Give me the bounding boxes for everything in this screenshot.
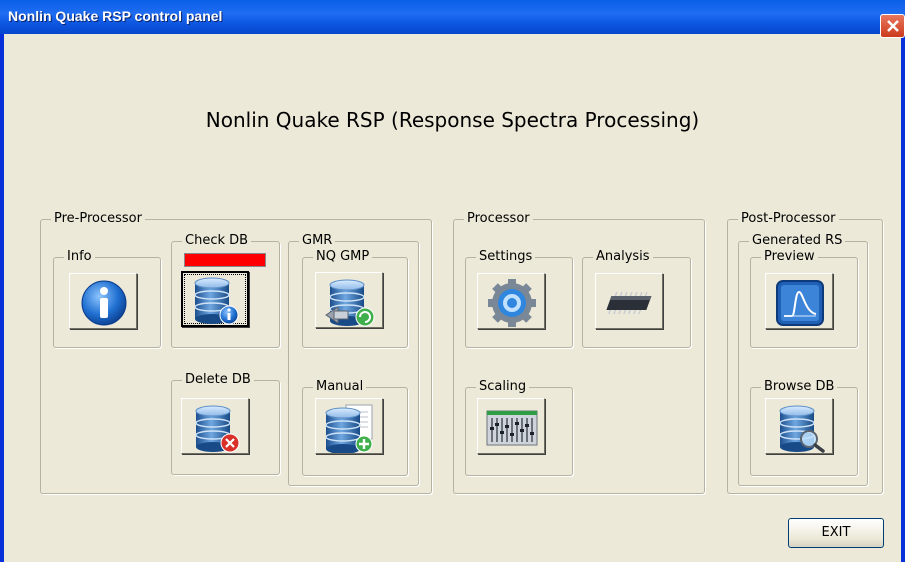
nq-gmp-button[interactable] <box>315 272 383 328</box>
spectrum-chart-icon <box>776 280 824 326</box>
preview-label: Preview <box>764 249 815 264</box>
scaling-label: Scaling <box>479 379 527 394</box>
info-label: Info <box>67 249 92 264</box>
preview-button[interactable] <box>765 273 833 329</box>
settings-label: Settings <box>479 249 533 264</box>
gmr-label: GMR <box>302 233 333 248</box>
post-processor-label: Post-Processor <box>741 211 836 226</box>
info-button[interactable] <box>69 273 137 329</box>
check-db-status-bar <box>184 253 266 267</box>
close-icon <box>887 20 899 32</box>
delete-db-button[interactable] <box>181 398 249 454</box>
window-title: Nonlin Quake RSP control panel <box>8 8 223 24</box>
check-db-label: Check DB <box>185 233 249 248</box>
database-import-icon <box>325 279 375 327</box>
nq-gmp-label: NQ GMP <box>316 249 370 264</box>
database-search-icon <box>779 405 825 453</box>
delete-db-label: Delete DB <box>185 372 251 387</box>
database-info-icon <box>194 277 239 325</box>
info-icon <box>81 280 127 326</box>
processor-label: Processor <box>467 211 530 226</box>
gear-icon <box>488 279 536 327</box>
browse-db-label: Browse DB <box>764 379 835 394</box>
analysis-button[interactable] <box>595 273 663 329</box>
page-title: Nonlin Quake RSP (Response Spectra Proce… <box>205 108 700 132</box>
close-button[interactable] <box>880 14 905 38</box>
settings-button[interactable] <box>477 273 545 329</box>
database-add-icon <box>325 404 373 453</box>
title-bar[interactable]: Nonlin Quake RSP control panel <box>0 0 905 34</box>
chip-icon <box>606 292 652 314</box>
manual-button[interactable] <box>315 398 383 454</box>
scaling-button[interactable] <box>477 398 545 454</box>
browse-db-button[interactable] <box>765 398 833 454</box>
equalizer-icon <box>486 410 538 446</box>
analysis-label: Analysis <box>596 249 650 264</box>
exit-button[interactable]: EXIT <box>788 518 884 548</box>
pre-processor-label: Pre-Processor <box>54 211 142 226</box>
generated-rs-label: Generated RS <box>752 233 843 248</box>
database-delete-icon <box>195 405 240 453</box>
manual-label: Manual <box>316 379 364 394</box>
check-db-button[interactable] <box>181 271 249 327</box>
